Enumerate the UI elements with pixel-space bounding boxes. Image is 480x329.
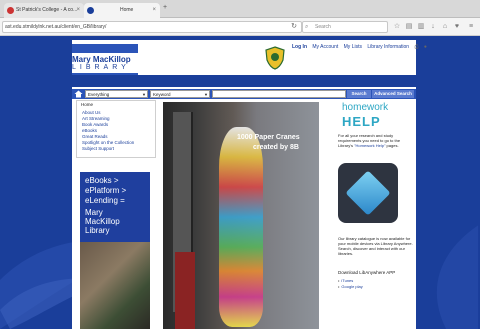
itunes-link[interactable]: • iTunes (338, 278, 414, 283)
google-play-link[interactable]: • Google play (338, 284, 414, 289)
favicon-icon (7, 7, 14, 14)
search-button[interactable]: Search (347, 90, 371, 98)
help-title: HELP (342, 114, 381, 129)
tab-st-patricks[interactable]: St Patrick's College - A co... × (4, 3, 84, 18)
sidebar-item-home[interactable]: Home (81, 102, 93, 108)
search-field-select[interactable]: Keyword ▼ (150, 90, 210, 98)
print-icon[interactable]: ⎙ (414, 44, 418, 50)
library-anywhere-app-icon[interactable] (338, 163, 398, 223)
reader-icon[interactable]: ▤ (404, 21, 414, 33)
my-lists-link[interactable]: My Lists (344, 44, 362, 50)
homework-help-logo[interactable]: homework HELP (338, 102, 402, 132)
download-icon[interactable]: ↓ (428, 21, 438, 33)
new-tab-button[interactable]: + (163, 4, 167, 11)
pocket-icon[interactable]: ♥ (452, 21, 462, 33)
ebooks-line: eBooks > (85, 176, 119, 185)
homework-help-link[interactable]: "Homework Help" (354, 143, 385, 148)
school-crest-icon (265, 46, 285, 70)
chevron-down-icon: ▼ (142, 92, 146, 97)
login-link[interactable]: Log In (292, 44, 307, 50)
close-icon[interactable]: × (152, 3, 156, 18)
tab-label: St Patrick's College - A co... (16, 7, 78, 13)
catalog-search-input[interactable] (212, 90, 346, 98)
homework-description: For all your research and study requirem… (338, 133, 401, 148)
cube-icon (345, 170, 391, 216)
paper-cranes (219, 127, 263, 327)
favicon-icon (87, 7, 94, 14)
header-bar (72, 75, 416, 87)
library-icon[interactable]: ▥ (416, 21, 426, 33)
app-description: Our library catalogue is now available f… (338, 236, 413, 256)
browser-search-input[interactable]: ⌕ Search (302, 21, 388, 33)
home-icon[interactable] (74, 90, 83, 98)
leaf-decoration-icon (436, 225, 479, 329)
bullet-icon: • (338, 278, 340, 283)
sidebar-item-subject-support[interactable]: Subject Support (82, 146, 114, 152)
ebooks-line: Mary (85, 208, 103, 217)
logo-bar (72, 44, 138, 53)
photo-caption-line2: created by 8B (253, 144, 299, 151)
help-icon[interactable]: ● (424, 44, 427, 50)
download-title: Download LibAnywhere APP (338, 270, 396, 275)
reload-icon[interactable]: ↻ (288, 21, 300, 33)
library-information-link[interactable]: Library Information (367, 44, 409, 50)
url-bar[interactable]: ast.edu.stmildylnk.net.au/client/en_GB/l… (2, 21, 302, 33)
ebooks-line: eLending = (85, 196, 125, 205)
logo-title: Mary MacKillop (72, 55, 131, 64)
my-account-link[interactable]: My Account (312, 44, 338, 50)
photo-caption-line1: 1000 Paper Cranes (237, 134, 300, 141)
search-scope-select[interactable]: Everything ▼ (85, 90, 148, 98)
advanced-search-button[interactable]: Advanced Search (372, 90, 414, 98)
menu-icon[interactable]: ≡ (466, 21, 476, 33)
bookmark-star-icon[interactable]: ☆ (392, 21, 402, 33)
search-icon: ⌕ (305, 24, 309, 30)
ebooks-line: Library (85, 226, 110, 235)
ebooks-banner[interactable]: eBooks > ePlatform > eLending = Mary Mac… (80, 172, 150, 329)
homework-title: homework (342, 102, 389, 113)
chevron-down-icon: ▼ (204, 92, 208, 97)
tab-home[interactable]: Home × (84, 3, 160, 18)
close-icon[interactable]: × (76, 3, 80, 18)
logo-subtitle: LIBRARY (72, 64, 130, 71)
red-wall (175, 252, 195, 329)
ebooks-line: MacKillop (85, 217, 120, 226)
ebooks-line: ePlatform > (85, 186, 127, 195)
library-logo[interactable]: Mary MacKillop LIBRARY (72, 44, 138, 78)
tab-label: Home (120, 7, 134, 13)
home-icon[interactable]: ⌂ (440, 21, 450, 33)
top-nav: Log In My Account My Lists Library Infor… (292, 42, 427, 52)
featured-photo[interactable]: 1000 Paper Cranes created by 8B (163, 102, 319, 329)
bullet-icon: • (338, 284, 340, 289)
students-reading-photo (80, 242, 150, 329)
sidebar-menu: Home About Us Art Streaming Book Awards … (76, 100, 156, 158)
